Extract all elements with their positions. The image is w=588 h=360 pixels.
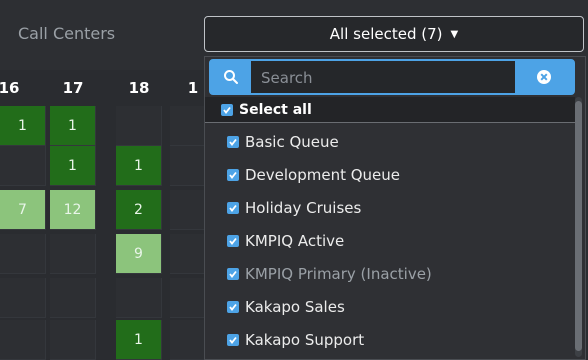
checkbox-checked-icon[interactable] (221, 103, 233, 116)
call-centers-label: Call Centers (18, 24, 116, 43)
checkbox-checked-icon[interactable] (227, 300, 239, 313)
checkbox-checked-icon[interactable] (227, 168, 239, 181)
heatmap-cell (50, 234, 96, 274)
clear-icon (537, 70, 551, 84)
option-kmpiq-primary-inactive[interactable]: KMPIQ Primary (Inactive) (205, 257, 575, 290)
call-center-dropdown: Select all Basic Queue Development Queue… (204, 56, 586, 360)
heatmap-cell[interactable]: 1 (116, 320, 162, 360)
option-label: Kakapo Support (245, 330, 365, 349)
heatmap-cell (0, 278, 46, 318)
heatmap-cell[interactable]: 7 (0, 190, 46, 230)
dropdown-scrollbar[interactable] (575, 97, 582, 357)
heatmap-cell[interactable]: 1 (0, 106, 46, 146)
clear-search-button[interactable] (515, 61, 573, 93)
scrollbar-thumb[interactable] (575, 101, 582, 351)
heatmap-cell (116, 106, 162, 146)
heatmap-cell (50, 320, 96, 360)
option-kakapo-sales[interactable]: Kakapo Sales (205, 290, 575, 323)
option-holiday-cruises[interactable]: Holiday Cruises (205, 191, 575, 224)
checkbox-checked-icon[interactable] (227, 267, 239, 280)
checkbox-checked-icon[interactable] (227, 135, 239, 148)
checkbox-checked-icon[interactable] (227, 201, 239, 214)
option-label: KMPIQ Primary (Inactive) (245, 264, 432, 283)
checkbox-checked-icon[interactable] (227, 333, 239, 346)
heatmap-cell[interactable]: 1 (116, 146, 162, 186)
column-header: 17 (62, 79, 84, 97)
heatmap-cell (0, 234, 46, 274)
option-label: Holiday Cruises (245, 198, 362, 217)
search-box (209, 59, 575, 95)
call-center-select-button[interactable]: All selected (7) ▼ (204, 16, 584, 52)
checkbox-checked-icon[interactable] (227, 234, 239, 247)
search-icon[interactable] (211, 61, 251, 93)
select-button-label: All selected (7) (329, 25, 443, 43)
option-label: KMPIQ Active (245, 231, 345, 250)
option-development-queue[interactable]: Development Queue (205, 158, 575, 191)
heatmap-cell (0, 146, 46, 186)
option-label: Kakapo Sales (245, 297, 345, 316)
heatmap-cell[interactable]: 1 (50, 146, 96, 186)
option-label: Development Queue (245, 165, 401, 184)
caret-down-icon: ▼ (450, 28, 459, 40)
column-header: 16 (0, 79, 20, 97)
heatmap-cell (116, 278, 162, 318)
option-kakapo-support[interactable]: Kakapo Support (205, 323, 575, 356)
option-label: Basic Queue (245, 132, 339, 151)
column-header: 18 (128, 79, 150, 97)
option-kmpiq-active[interactable]: KMPIQ Active (205, 224, 575, 257)
select-all-option[interactable]: Select all (205, 97, 575, 123)
heatmap-cell[interactable]: 2 (116, 190, 162, 230)
select-all-label: Select all (239, 101, 312, 118)
search-input[interactable] (259, 65, 513, 91)
heatmap-cell (50, 278, 96, 318)
heatmap-cell[interactable]: 12 (50, 190, 96, 230)
option-basic-queue[interactable]: Basic Queue (205, 125, 575, 158)
heatmap-cell[interactable]: 1 (50, 106, 96, 146)
heatmap-cell[interactable]: 9 (116, 234, 162, 274)
heatmap-cell (0, 320, 46, 360)
